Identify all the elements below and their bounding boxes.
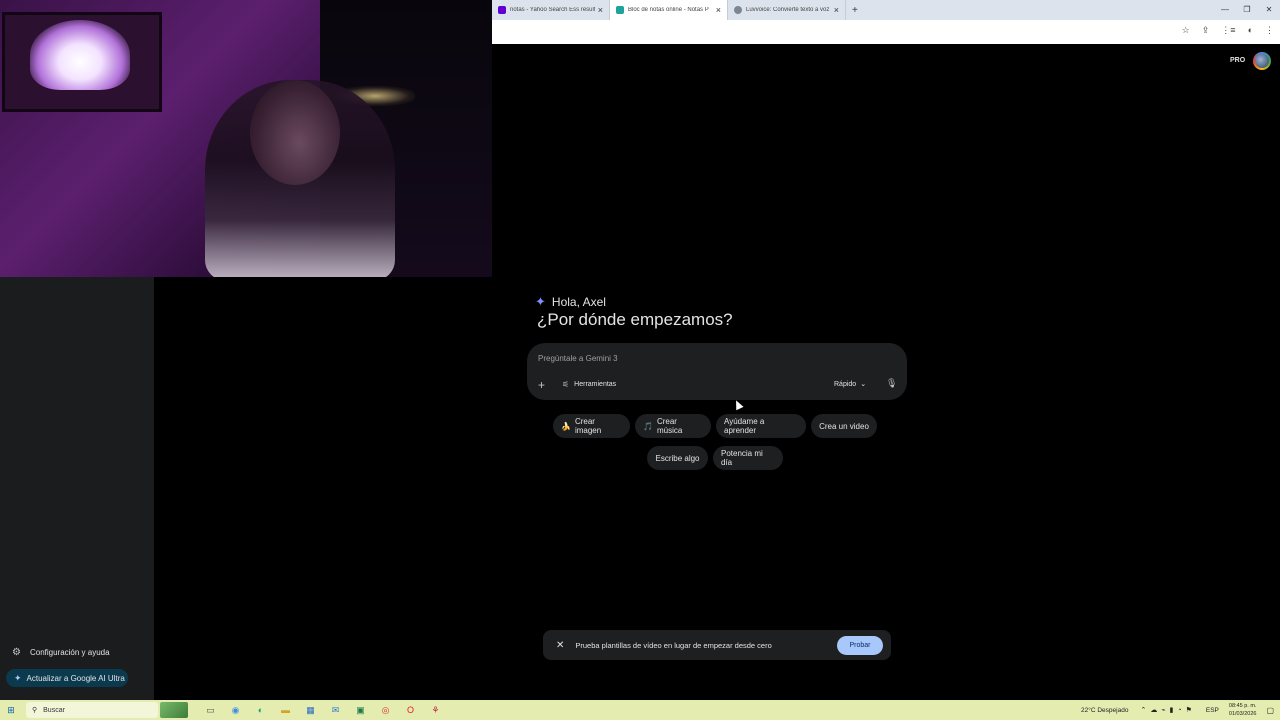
game-icon[interactable]: ⚘ [423, 705, 448, 716]
restore-button[interactable]: ❐ [1236, 0, 1258, 20]
plan-badge: PRO [1230, 57, 1246, 64]
taskbar-search[interactable]: ⚲ Buscar [26, 702, 158, 718]
bookmark-star-icon[interactable]: ☆ [1182, 25, 1190, 36]
opera-icon[interactable]: O [398, 705, 423, 716]
tray-icons[interactable]: ⌃☁⌁▮◔⚑ [1140, 706, 1195, 714]
store-icon[interactable]: ▦ [298, 705, 323, 716]
tab-title: notas - Yahoo Search Ess resulti [510, 7, 595, 13]
windows-start-icon[interactable]: ⊞ [0, 705, 22, 716]
prompt-input[interactable]: Pregúntale a Gemini 3 [538, 354, 618, 363]
new-tab-button[interactable]: + [852, 5, 858, 16]
upgrade-button[interactable]: ✦ Actualizar a Google AI Ultra [6, 669, 128, 687]
chip-label: Crear música [656, 417, 683, 435]
mode-label: Rápido [834, 380, 857, 388]
close-tab-icon[interactable]: × [598, 5, 603, 15]
webcam-overlay [0, 0, 492, 277]
tools-label: Herramientas [574, 381, 617, 388]
weather-widget[interactable]: 22°C Despejado [1081, 707, 1128, 714]
taskbar-apps: ▭ ◉ ◐ ▬ ▦ ✉ ▣ ◎ O ⚘ [198, 705, 448, 716]
window-controls: — ❐ ✕ [1214, 0, 1280, 20]
system-tray: 22°C Despejado ⌃☁⌁▮◔⚑ ESP 08:45 p. m. 01… [1081, 700, 1280, 720]
extensions-icon[interactable]: ⇪ [1202, 25, 1210, 36]
dismiss-banner-icon[interactable]: ✕ [556, 640, 564, 651]
windows-taskbar: ⊞ ⚲ Buscar ▭ ◉ ◐ ▬ ▦ ✉ ▣ ◎ O ⚘ 22°C Desp… [0, 700, 1280, 720]
close-window-button[interactable]: ✕ [1258, 0, 1280, 20]
sliders-icon: ⚟ [562, 380, 570, 389]
upgrade-label: Actualizar a Google AI Ultra [26, 673, 125, 683]
language-indicator[interactable]: ESP [1206, 707, 1219, 714]
mail-icon[interactable]: ✉ [323, 705, 348, 716]
chip-write-something[interactable]: Escribe algo [647, 446, 708, 470]
task-view-icon[interactable]: ▭ [198, 705, 223, 716]
close-tab-icon[interactable]: × [716, 5, 721, 15]
chip-create-music[interactable]: 🎵 Crear música [635, 414, 711, 438]
tab-title: Luvvoice: Convierte texto a voz [746, 7, 830, 13]
browser-tab[interactable]: notas - Yahoo Search Ess resulti × [492, 0, 610, 20]
browser-tab-bar: notas - Yahoo Search Ess resulti × Bloc … [492, 0, 1280, 20]
browser-tab-active[interactable]: Bloc de notas online - Notas P × [610, 0, 728, 20]
mouse-cursor [732, 398, 744, 411]
try-button[interactable]: Probar [837, 635, 883, 655]
notes-favicon-icon [616, 6, 624, 14]
sparkle-icon: ✦ [14, 672, 22, 683]
file-explorer-icon[interactable]: ▬ [273, 705, 298, 716]
browser-tab[interactable]: Luvvoice: Convierte texto a voz × [728, 0, 846, 20]
clock[interactable]: 08:45 p. m. 01/03/2026 [1229, 702, 1257, 718]
close-tab-icon[interactable]: × [834, 5, 839, 15]
minimize-button[interactable]: — [1214, 0, 1236, 20]
banner-message: Prueba plantillas de vídeo en lugar de e… [575, 640, 772, 650]
edge-icon[interactable]: ◐ [248, 705, 273, 716]
mode-selector[interactable]: Rápido ⌄ [834, 380, 867, 389]
chip-create-image[interactable]: 🍌 Crear imagen [553, 414, 630, 438]
chip-label: Ayúdame a aprender [724, 417, 765, 435]
gear-icon: ⚙ [12, 647, 21, 658]
chip-boost-day[interactable]: Potencia mi día [713, 446, 783, 470]
streamer-head [250, 80, 340, 185]
tab-search-icon[interactable]: ⋮≡ [1221, 25, 1235, 36]
toolbar-icons: ☆ ⇪ ⋮≡ ◐ ⋮ [1182, 25, 1274, 36]
banana-icon: 🍌 [561, 421, 571, 431]
fireplace-image [30, 20, 130, 90]
clock-time: 08:45 p. m. [1228, 703, 1257, 709]
chip-label: Escribe algo [655, 453, 700, 463]
tools-button[interactable]: ⚟ Herramientas [562, 380, 616, 389]
greeting-text: Hola, Axel [551, 295, 606, 309]
chip-label: Potencia mi día [721, 449, 763, 467]
tab-title: Bloc de notas online - Notas P [628, 7, 709, 13]
gemini-sidebar: ⚙ Configuración y ayuda ✦ Actualizar a G… [0, 277, 154, 700]
voice-favicon-icon [734, 6, 742, 14]
profile-icon[interactable]: ◐ [1248, 25, 1253, 36]
chip-create-video[interactable]: Crea un video [811, 414, 877, 438]
search-icon: ⚲ [32, 707, 38, 714]
greeting-row: ✦ Hola, Axel [535, 294, 606, 310]
yahoo-favicon-icon [498, 6, 506, 14]
video-templates-banner: ✕ Prueba plantillas de vídeo en lugar de… [543, 630, 891, 660]
prompt-box[interactable]: Pregúntale a Gemini 3 + ⚟ Herramientas R… [527, 343, 907, 400]
settings-label: Configuración y ayuda [29, 648, 110, 657]
chip-label: Crear imagen [574, 417, 602, 435]
search-highlight-image [160, 702, 188, 718]
settings-help-item[interactable]: ⚙ Configuración y ayuda [12, 647, 110, 658]
address-bar[interactable]: ☆ ⇪ ⋮≡ ◐ ⋮ [492, 20, 1280, 44]
chip-help-learn[interactable]: Ayúdame a aprender [716, 414, 806, 438]
gemini-sparkle-icon: ✦ [535, 294, 546, 309]
page-title: ¿Por dónde empezamos? [537, 310, 733, 329]
add-attachment-icon[interactable]: + [538, 378, 545, 392]
music-icon: 🎵 [643, 421, 653, 431]
avatar-image [1255, 54, 1269, 68]
chevron-down-icon: ⌄ [860, 381, 867, 388]
browser-menu-icon[interactable]: ⋮ [1265, 25, 1274, 36]
microphone-icon[interactable]: 🎙 [886, 378, 897, 389]
chrome-icon[interactable]: ◎ [373, 705, 398, 716]
avatar[interactable] [1253, 52, 1271, 70]
notification-icon[interactable]: ▢ [1266, 706, 1274, 715]
clock-date: 01/03/2026 [1228, 711, 1257, 717]
copilot-icon[interactable]: ◉ [223, 705, 248, 716]
chip-label: Crea un video [819, 421, 869, 431]
screen: notas - Yahoo Search Ess resulti × Bloc … [0, 0, 1280, 720]
app-icon[interactable]: ▣ [348, 705, 373, 716]
search-placeholder: Buscar [43, 706, 65, 714]
